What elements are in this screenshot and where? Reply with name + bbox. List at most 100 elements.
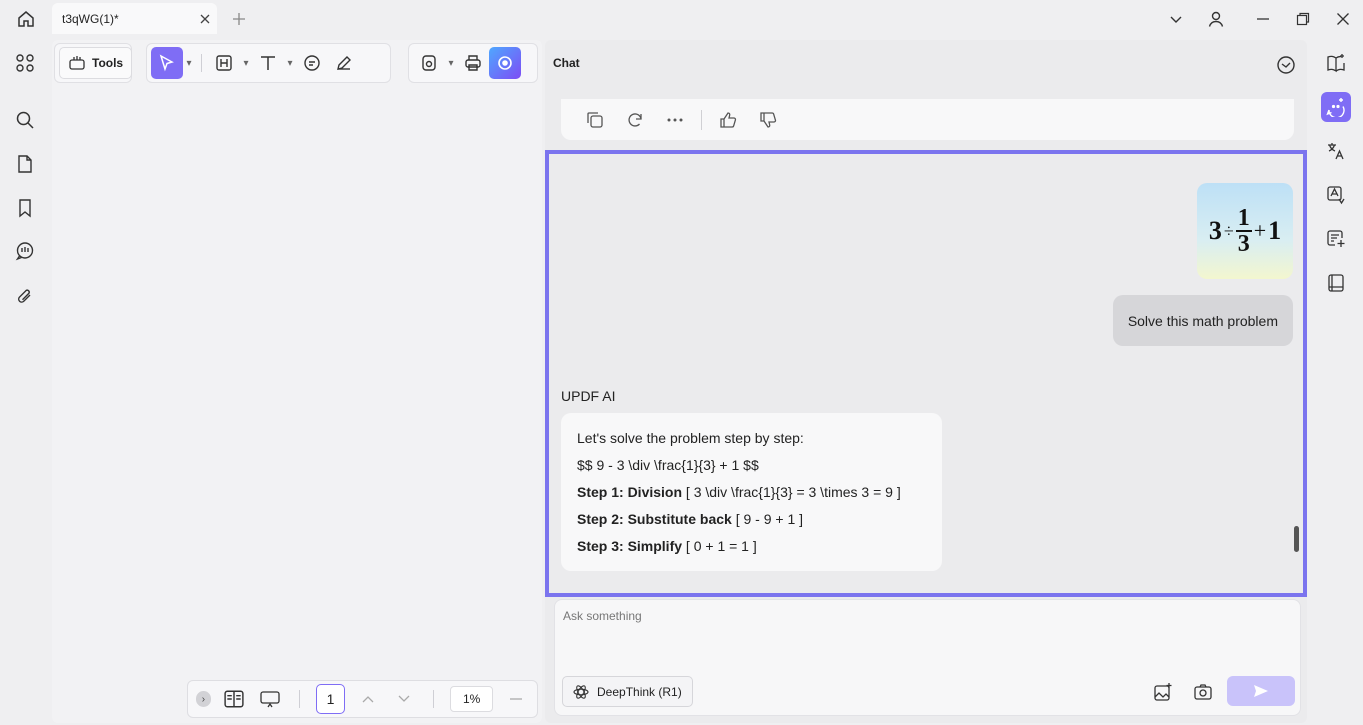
step-heading: Step 2: Substitute back bbox=[577, 511, 732, 527]
math-operator: + bbox=[1254, 218, 1266, 244]
history-icon[interactable] bbox=[1273, 52, 1299, 78]
search-icon[interactable] bbox=[13, 108, 37, 132]
chevron-down-icon[interactable]: ▾ bbox=[183, 58, 195, 69]
atom-icon bbox=[573, 684, 589, 700]
new-tab-button[interactable] bbox=[228, 8, 250, 30]
step-heading: Step 1: Division bbox=[577, 484, 682, 500]
response-line: Step 3: Simplify [ 0 + 1 = 1 ] bbox=[577, 533, 926, 560]
send-icon bbox=[1253, 683, 1269, 699]
two-page-view-icon[interactable] bbox=[221, 689, 247, 709]
thumbs-down-icon[interactable] bbox=[754, 106, 782, 134]
restore-icon[interactable] bbox=[1291, 8, 1315, 30]
ai-assistant-button[interactable] bbox=[489, 47, 521, 79]
left-rail bbox=[0, 38, 50, 725]
math-expression: 3 ÷ 1 3 + 1 bbox=[1209, 206, 1281, 256]
document-tab[interactable]: t3qWG(1)* bbox=[52, 3, 217, 34]
chevron-down-icon[interactable]: ▾ bbox=[445, 58, 457, 69]
ask-input[interactable] bbox=[563, 606, 1283, 626]
zoom-level-input[interactable]: 1% bbox=[450, 686, 493, 712]
response-line: Let's solve the problem step by step: bbox=[577, 425, 926, 452]
divider bbox=[201, 54, 202, 72]
right-rail bbox=[1309, 38, 1363, 725]
book-sparkle-icon[interactable] bbox=[1321, 48, 1351, 78]
tools-button[interactable]: Tools bbox=[59, 47, 132, 79]
highlight-tool-button[interactable] bbox=[208, 47, 240, 79]
expand-icon[interactable]: › bbox=[196, 691, 211, 707]
grid-icon[interactable] bbox=[13, 51, 37, 75]
more-icon[interactable] bbox=[661, 106, 689, 134]
divider bbox=[701, 110, 702, 130]
bookmark-icon[interactable] bbox=[13, 196, 37, 220]
response-line: Step 1: Division [ 3 \div \frac{1}{3} = … bbox=[577, 479, 926, 506]
send-button[interactable] bbox=[1227, 676, 1295, 706]
chat-header: Chat bbox=[545, 40, 1307, 86]
tools-label: Tools bbox=[92, 56, 123, 70]
step-heading: Step 3: Simplify bbox=[577, 538, 682, 554]
ai-chat-icon[interactable] bbox=[1321, 92, 1351, 122]
chevron-down-icon[interactable]: ▾ bbox=[284, 58, 296, 69]
response-text: [ 3 \div \frac{1}{3} = 3 \times 3 = 9 ] bbox=[682, 484, 901, 500]
message-list[interactable]: 3 ÷ 1 3 + 1 Solve this math problem UPDF… bbox=[545, 150, 1307, 597]
translate-icon[interactable] bbox=[1321, 136, 1351, 166]
math-term: 3 bbox=[1209, 216, 1222, 246]
page-number-input[interactable]: 1 bbox=[316, 684, 346, 714]
page-icon[interactable] bbox=[13, 152, 37, 176]
image-upload-icon[interactable] bbox=[1151, 680, 1175, 704]
fraction-numerator: 1 bbox=[1238, 206, 1250, 230]
presentation-icon[interactable] bbox=[257, 689, 283, 709]
ai-name-label: UPDF AI bbox=[561, 388, 615, 404]
pen-tool-button[interactable] bbox=[328, 47, 360, 79]
response-line: $$ 9 - 3 \div \frac{1}{3} + 1 $$ bbox=[577, 452, 926, 479]
user-message-text: Solve this math problem bbox=[1128, 313, 1278, 329]
title-bar: t3qWG(1)* bbox=[0, 0, 1363, 38]
minimize-icon[interactable] bbox=[1251, 8, 1275, 30]
account-icon[interactable] bbox=[1204, 8, 1228, 30]
deepthink-button[interactable]: DeepThink (R1) bbox=[562, 676, 693, 707]
save-tool-button[interactable] bbox=[413, 47, 445, 79]
close-window-icon[interactable] bbox=[1331, 8, 1355, 30]
chevron-down-icon[interactable]: ▾ bbox=[240, 58, 252, 69]
chevron-down-icon[interactable] bbox=[1164, 8, 1188, 30]
next-page-icon[interactable] bbox=[391, 694, 417, 704]
edit-tools-group: ▾ ▾ ▾ bbox=[146, 43, 391, 83]
reader-icon[interactable] bbox=[1321, 268, 1351, 298]
text-tool-button[interactable] bbox=[252, 47, 284, 79]
attachment-icon[interactable] bbox=[13, 284, 37, 308]
previous-page-icon[interactable] bbox=[355, 694, 381, 704]
divider bbox=[433, 690, 434, 708]
response-line: Step 2: Substitute back [ 9 - 9 + 1 ] bbox=[577, 506, 926, 533]
math-fraction: 1 3 bbox=[1236, 206, 1252, 256]
divider bbox=[299, 690, 300, 708]
regenerate-icon[interactable] bbox=[621, 106, 649, 134]
scrollbar-thumb[interactable] bbox=[1294, 526, 1299, 552]
previous-response-actions bbox=[561, 99, 1294, 140]
zoom-out-icon[interactable] bbox=[503, 698, 529, 700]
ocr-icon[interactable] bbox=[1321, 180, 1351, 210]
deepthink-label: DeepThink (R1) bbox=[597, 685, 682, 699]
response-text: $$ 9 - 3 \div \frac{1}{3} + 1 $$ bbox=[577, 457, 759, 473]
chat-input-box: DeepThink (R1) bbox=[554, 599, 1301, 716]
pdf-viewer[interactable]: Tools ▾ ▾ ▾ ▾ › bbox=[52, 40, 542, 723]
screenshot-icon[interactable] bbox=[1191, 680, 1215, 704]
select-tool-button[interactable] bbox=[151, 47, 183, 79]
response-text: [ 9 - 9 + 1 ] bbox=[732, 511, 803, 527]
user-uploaded-image[interactable]: 3 ÷ 1 3 + 1 bbox=[1197, 183, 1293, 279]
chat-panel: Chat 3 ÷ 1 bbox=[545, 40, 1307, 723]
response-text: [ 0 + 1 = 1 ] bbox=[682, 538, 757, 554]
tab-title: t3qWG(1)* bbox=[62, 12, 193, 26]
tools-group: Tools bbox=[54, 43, 132, 83]
close-tab-icon[interactable] bbox=[193, 7, 217, 31]
comment-icon[interactable] bbox=[13, 239, 37, 263]
comment-tool-button[interactable] bbox=[296, 47, 328, 79]
copy-icon[interactable] bbox=[581, 106, 609, 134]
chat-title: Chat bbox=[553, 56, 580, 70]
print-icon[interactable] bbox=[457, 47, 489, 79]
home-icon[interactable] bbox=[14, 8, 38, 30]
response-text: Let's solve the problem step by step: bbox=[577, 430, 804, 446]
summarize-icon[interactable] bbox=[1321, 224, 1351, 254]
export-tools-group: ▾ bbox=[408, 43, 538, 83]
math-operator: ÷ bbox=[1224, 221, 1234, 242]
ai-response-bubble: Let's solve the problem step by step: $$… bbox=[561, 413, 942, 571]
thumbs-up-icon[interactable] bbox=[714, 106, 742, 134]
math-term: 1 bbox=[1268, 216, 1281, 246]
